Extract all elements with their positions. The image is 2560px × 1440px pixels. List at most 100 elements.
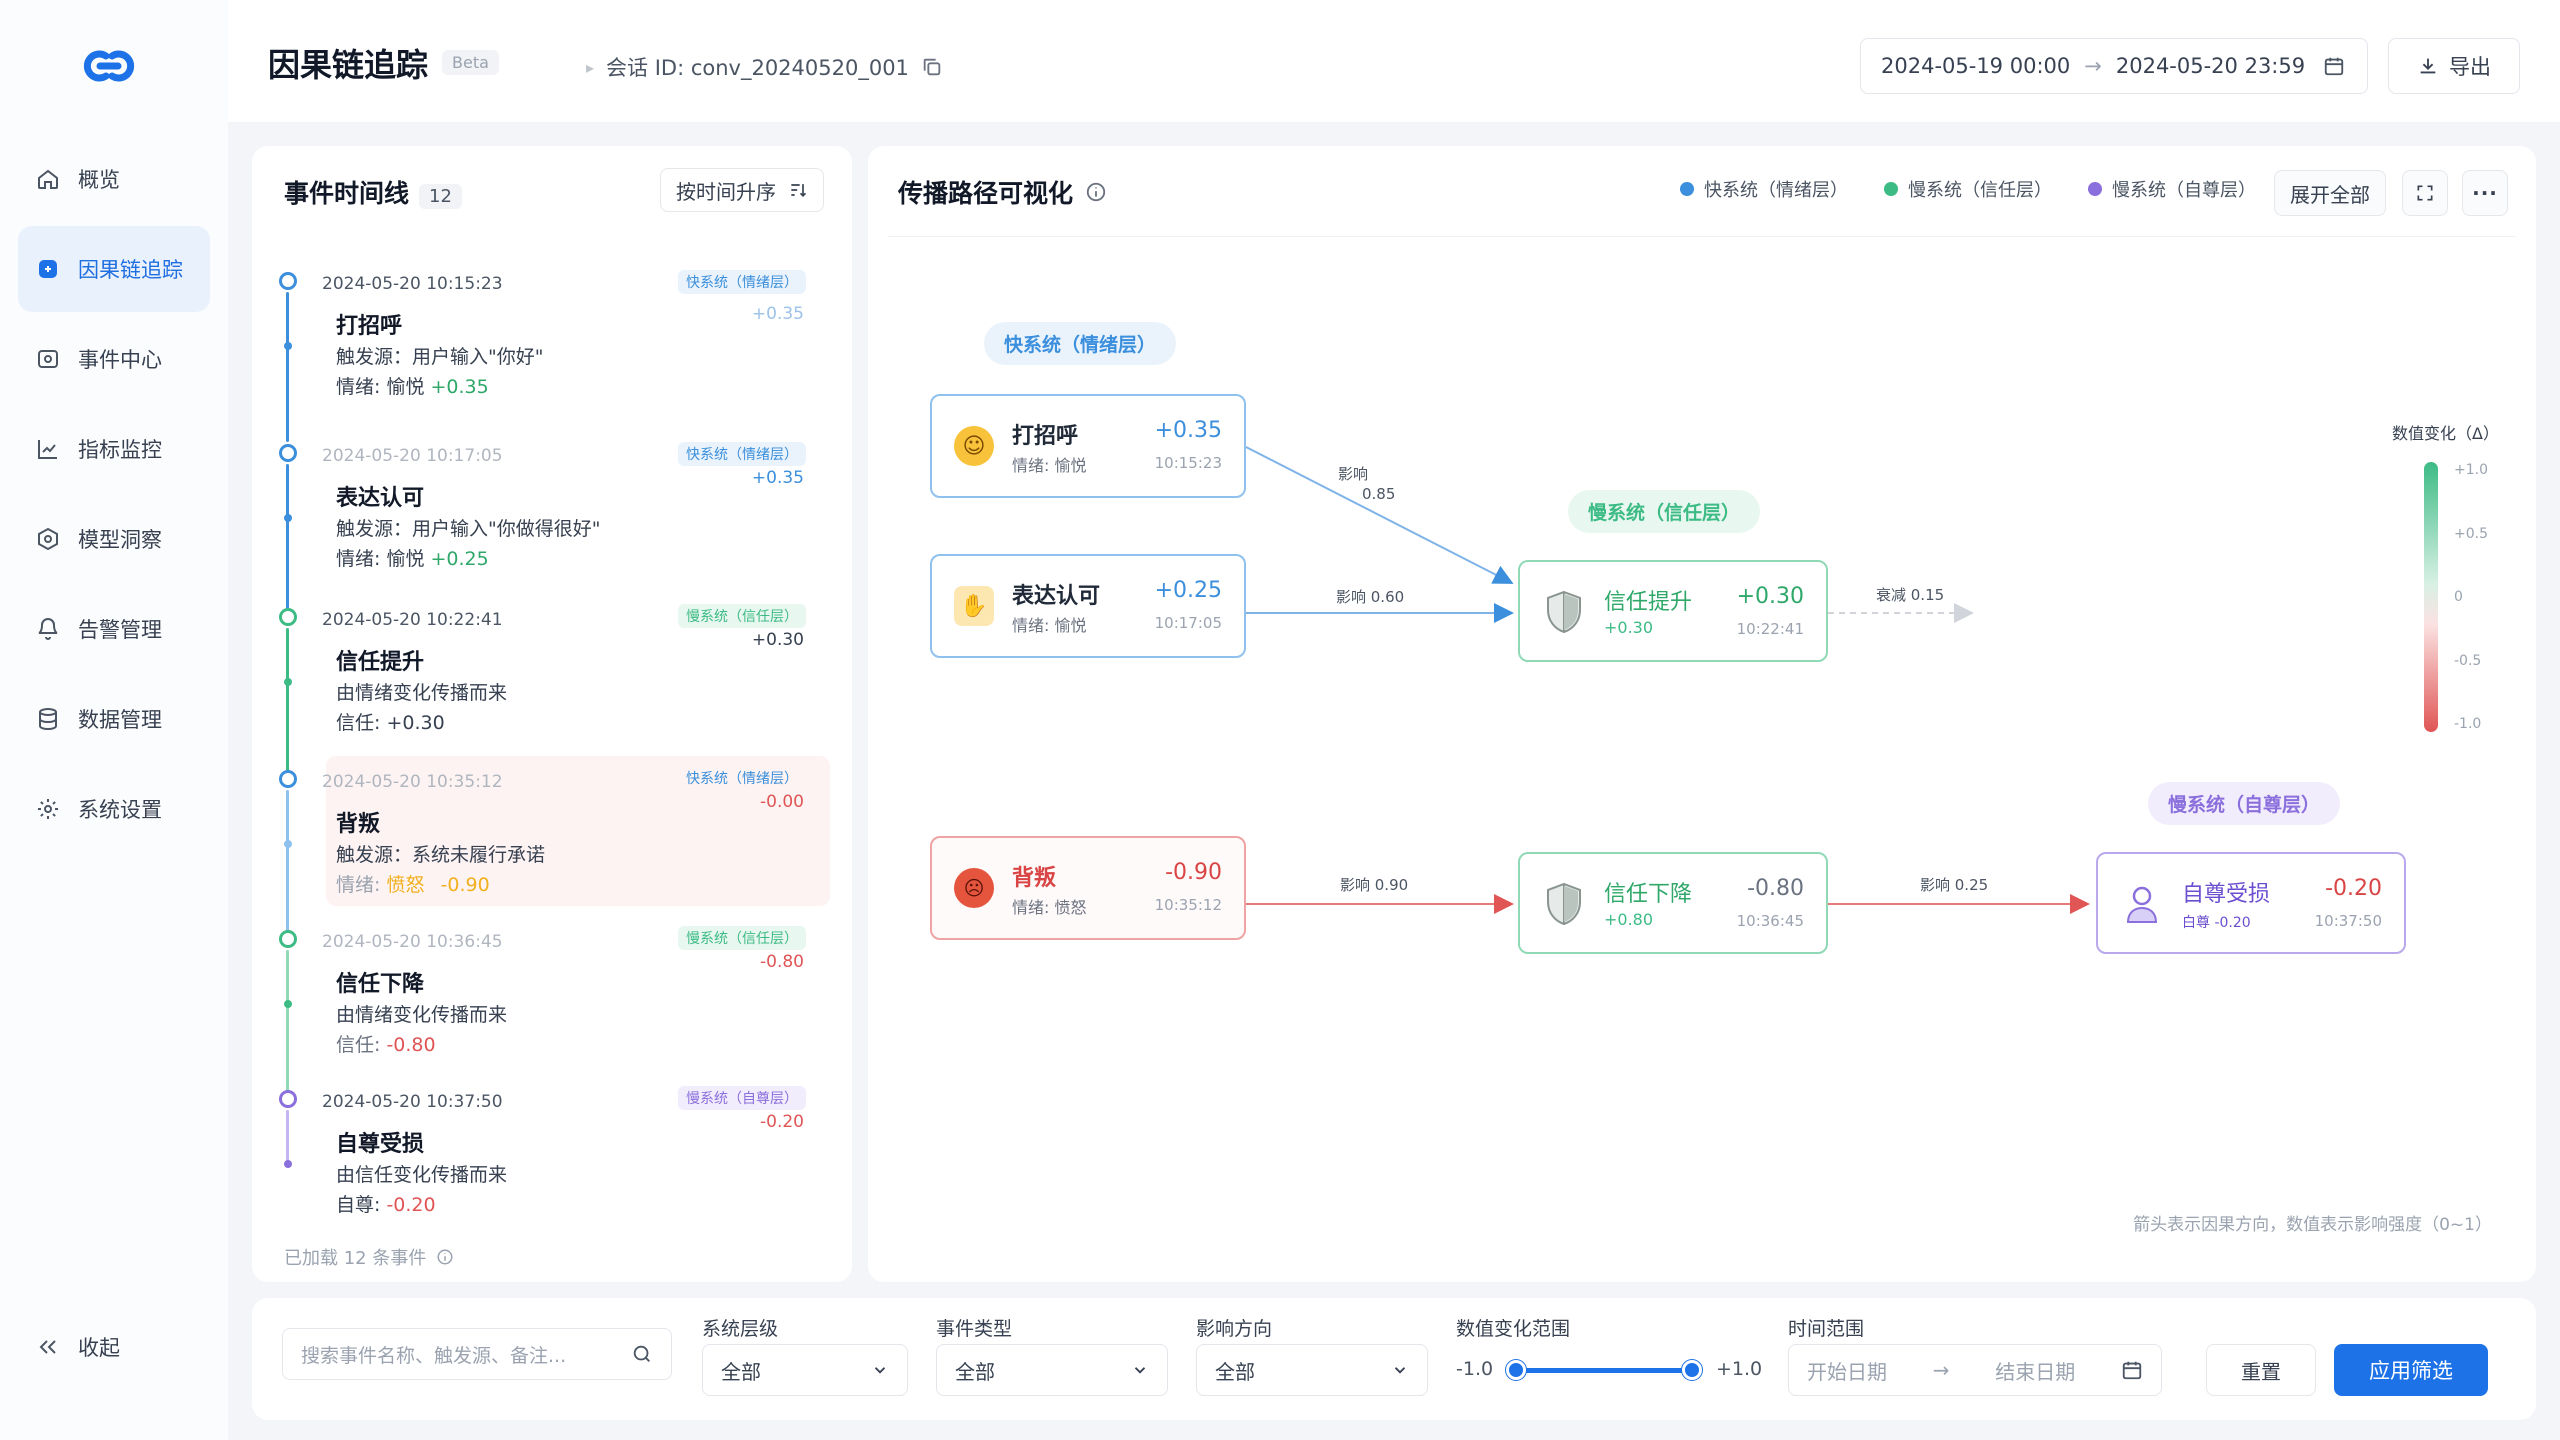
timeline-event[interactable]: 2024-05-20 10:15:23 快系统（情绪层） +0.35 打招呼 触… xyxy=(278,270,826,442)
node-sub: 情绪: 愉悦 xyxy=(1012,456,1087,475)
timeline-subdot xyxy=(284,514,292,522)
select-value: 全部 xyxy=(1215,1359,1255,1384)
event-trigger: 由情绪变化传播而来 xyxy=(336,682,508,704)
search-input[interactable]: 搜索事件名称、触发源、备注... xyxy=(282,1328,672,1380)
node-title: 信任下降 xyxy=(1604,882,1693,907)
timeline-connector xyxy=(286,1110,289,1166)
range-slider-handle-max[interactable] xyxy=(1682,1360,1702,1380)
nav-item-alerts[interactable]: 告警管理 xyxy=(18,586,210,672)
timeline-footer: 已加载 12 条事件 xyxy=(284,1244,454,1270)
edge-label-value: 0.85 xyxy=(1362,485,1396,503)
timeline-event[interactable]: 2024-05-20 10:22:41 慢系统（信任层） +0.30 信任提升 … xyxy=(278,604,826,778)
event-layer-tag: 快系统（情绪层） xyxy=(678,270,806,294)
direction-filter-select[interactable]: 全部 xyxy=(1196,1344,1428,1396)
nav-item-events[interactable]: 事件中心 xyxy=(18,316,210,402)
nav-item-settings[interactable]: 系统设置 xyxy=(18,766,210,852)
color-scale-bar xyxy=(2424,462,2438,732)
timeline-dot xyxy=(279,1090,297,1108)
time-range-picker[interactable]: 开始日期 → 结束日期 xyxy=(1788,1344,2162,1396)
nav-item-data[interactable]: 数据管理 xyxy=(18,676,210,762)
effect-value: -0.80 xyxy=(386,1034,436,1056)
nav-label: 告警管理 xyxy=(78,618,162,642)
chart-icon xyxy=(34,435,62,463)
effect-value: -0.90 xyxy=(440,874,490,896)
event-layer-tag: 慢系统（信任层） xyxy=(678,604,806,628)
timeline-event-selected[interactable]: 2024-05-20 10:35:12 快系统（情绪层） -0.00 背叛 触发… xyxy=(278,768,826,940)
nav-label: 概览 xyxy=(78,168,120,192)
range-slider-handle-min[interactable] xyxy=(1506,1360,1526,1380)
time-start-placeholder: 开始日期 xyxy=(1807,1359,1887,1384)
time-end-placeholder: 结束日期 xyxy=(1995,1359,2076,1384)
node-betray[interactable]: ☹ 背叛 情绪: 愤怒 -0.90 10:35:12 xyxy=(930,836,1246,940)
effect-value: -0.20 xyxy=(386,1194,436,1216)
info-icon[interactable] xyxy=(436,1248,454,1266)
layer-filter-select[interactable]: 全部 xyxy=(702,1344,908,1396)
event-layer-tag: 慢系统（自尊层） xyxy=(678,1086,806,1110)
apply-filter-button[interactable]: 应用筛选 xyxy=(2334,1344,2488,1396)
event-delta: +0.35 xyxy=(751,304,804,324)
angry-face-icon: ☹ xyxy=(954,868,994,908)
node-time: 10:36:45 xyxy=(1736,912,1804,930)
conversation-id: ▸ 会话 ID: conv_20240520_001 xyxy=(586,52,943,82)
effect-value: +0.35 xyxy=(430,376,489,398)
timeline-subdot xyxy=(284,1000,292,1008)
happy-face-icon: ☺ xyxy=(954,426,994,466)
node-value: +0.35 xyxy=(1154,418,1222,443)
nav-item-causal-chain[interactable]: 因果链追踪 xyxy=(18,226,210,312)
node-time: 10:15:23 xyxy=(1154,454,1222,472)
copy-icon[interactable] xyxy=(921,56,943,78)
effect-label: 情绪: 愉悦 xyxy=(336,548,425,570)
event-title: 背叛 xyxy=(336,812,381,837)
search-icon[interactable] xyxy=(631,1343,653,1365)
timeline-dot xyxy=(279,930,297,948)
event-count-badge: 12 xyxy=(419,184,462,209)
node-greet[interactable]: ☺ 打招呼 情绪: 愉悦 +0.35 10:15:23 xyxy=(930,394,1246,498)
chevron-down-icon xyxy=(874,1367,886,1374)
export-button[interactable]: 导出 xyxy=(2388,38,2520,94)
nav-item-metrics[interactable]: 指标监控 xyxy=(18,406,210,492)
event-title: 自尊受损 xyxy=(336,1132,425,1157)
event-effect: 信任: +0.30 xyxy=(336,708,445,735)
timeline-subdot xyxy=(284,840,292,848)
nav-item-overview[interactable]: 概览 xyxy=(18,136,210,222)
nav-item-model[interactable]: 模型洞察 xyxy=(18,496,210,582)
range-slider-track[interactable] xyxy=(1514,1368,1692,1373)
timeline-connector xyxy=(286,292,289,442)
collapse-button[interactable]: 收起 xyxy=(18,1304,210,1390)
reset-button[interactable]: 重置 xyxy=(2206,1344,2316,1396)
beta-badge: Beta xyxy=(442,50,499,75)
model-icon xyxy=(34,525,62,553)
node-trust-down[interactable]: 信任下降 +0.80 -0.80 10:36:45 xyxy=(1518,852,1828,954)
event-delta: -0.00 xyxy=(760,792,804,812)
event-title: 信任下降 xyxy=(336,972,425,997)
node-trust-up[interactable]: 信任提升 +0.30 +0.30 10:22:41 xyxy=(1518,560,1828,662)
node-title: 打招呼 xyxy=(1012,424,1079,449)
sort-button[interactable]: 按时间升序 xyxy=(660,168,824,212)
date-end: 2024-05-20 23:59 xyxy=(2115,54,2306,78)
node-esteem[interactable]: 自尊受损 白尊 -0.20 -0.20 10:37:50 xyxy=(2096,852,2406,954)
edges-layer xyxy=(1245,446,2090,914)
effect-label: 自尊: xyxy=(336,1194,387,1216)
type-filter-select[interactable]: 全部 xyxy=(936,1344,1168,1396)
nav-label: 事件中心 xyxy=(78,348,162,372)
effect-label: 情绪: 愉悦 xyxy=(336,376,425,398)
node-title: 信任提升 xyxy=(1604,590,1693,615)
scale-tick: 0 xyxy=(2454,589,2463,605)
range-filter-label: 数值变化范围 xyxy=(1456,1318,1571,1340)
event-effect: 情绪: 愤怒 -0.90 xyxy=(336,870,490,897)
effect-mood: 愤怒 xyxy=(386,874,425,896)
event-trigger: 由信任变化传播而来 xyxy=(336,1164,508,1186)
node-praise[interactable]: ✋ 表达认可 情绪: 愉悦 +0.25 10:17:05 xyxy=(930,554,1246,658)
layer-label-esteem: 慢系统（自尊层） xyxy=(2148,782,2341,825)
layer-filter-label: 系统层级 xyxy=(702,1318,779,1340)
conversation-id-text: 会话 ID: conv_20240520_001 xyxy=(606,56,909,80)
database-icon xyxy=(34,705,62,733)
timeline-event[interactable]: 2024-05-20 10:36:45 慢系统（信任层） -0.80 信任下降 … xyxy=(278,926,826,1100)
select-value: 全部 xyxy=(955,1359,995,1384)
timeline-event[interactable]: 2024-05-20 10:17:05 快系统（情绪层） +0.35 表达认可 … xyxy=(278,442,826,614)
app-logo-icon[interactable] xyxy=(76,44,142,88)
event-time: 2024-05-20 10:17:05 xyxy=(322,446,503,466)
date-range-picker[interactable]: 2024-05-19 00:00 → 2024-05-20 23:59 xyxy=(1860,38,2368,94)
event-trigger: 触发源：用户输入"你做得很好" xyxy=(336,518,601,540)
timeline-event[interactable]: 2024-05-20 10:37:50 慢系统（自尊层） -0.20 自尊受损 … xyxy=(278,1086,826,1248)
